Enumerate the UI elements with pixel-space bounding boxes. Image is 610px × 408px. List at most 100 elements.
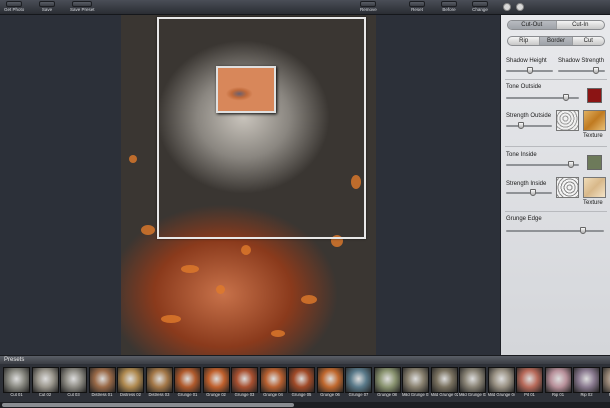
shadow-strength-slider[interactable]: [558, 67, 605, 74]
preset-thumbnail: [145, 367, 173, 393]
grunge-splat: [129, 155, 137, 163]
change-button[interactable]: Change: [472, 1, 488, 14]
get-photo-button[interactable]: Get Photo: [4, 1, 24, 14]
save-button[interactable]: Save: [39, 1, 55, 14]
preset-label: Grunge 08: [377, 393, 397, 397]
divider: [505, 146, 607, 147]
divider: [505, 79, 607, 80]
preset-item[interactable]: Distress 02: [117, 367, 144, 402]
inside-mask-thumbnail[interactable]: [556, 177, 579, 198]
grunge-splat: [216, 285, 225, 294]
presets-title: Presets: [4, 357, 25, 363]
preset-thumbnail: [487, 367, 515, 393]
strength-outside-slider[interactable]: [506, 122, 552, 129]
slider-knob[interactable]: [567, 161, 574, 168]
preset-item[interactable]: Grunge 02: [202, 367, 230, 402]
preset-item[interactable]: Rip 03: [601, 367, 610, 402]
preset-item[interactable]: Grunge 08: [373, 367, 401, 402]
preset-item[interactable]: Rip 02: [573, 367, 600, 402]
shadow-height-slider[interactable]: [506, 67, 553, 74]
tab-rip[interactable]: Rip: [508, 37, 541, 45]
cutout-border-frame[interactable]: [157, 17, 366, 239]
preset-thumbnail: [259, 367, 287, 393]
preset-item[interactable]: Pit 01: [516, 367, 543, 402]
tone-outside-color-well[interactable]: [587, 88, 602, 103]
preset-item[interactable]: Cut 03: [60, 367, 87, 402]
remove-button[interactable]: Remove: [360, 1, 377, 14]
style-segmented-control: Rip Border Cut: [507, 36, 605, 46]
preset-thumbnail: [202, 367, 230, 393]
preset-item[interactable]: Cut 01: [3, 367, 30, 402]
strength-inside-label: Strength Inside: [506, 181, 547, 187]
presets-scrollbar[interactable]: [0, 402, 610, 408]
preset-thumbnail: [288, 367, 315, 393]
tab-cut-out[interactable]: Cut-Out: [508, 21, 557, 29]
preset-label: Cut 03: [67, 393, 80, 397]
preset-label: Mild Grunge 02: [430, 393, 458, 397]
texture-inside-label: Texture: [583, 200, 603, 206]
tab-border[interactable]: Border: [540, 37, 573, 45]
preset-label: Distress 03: [148, 393, 170, 397]
preset-item[interactable]: Grunge 01: [174, 367, 201, 402]
tone-inside-label: Tone Inside: [506, 152, 537, 158]
preset-item[interactable]: Grunge 04: [259, 367, 287, 402]
preset-label: Grunge 04: [263, 393, 283, 397]
slider-knob[interactable]: [518, 122, 524, 129]
slider-knob[interactable]: [592, 67, 599, 74]
inside-texture-thumbnail[interactable]: [583, 177, 606, 198]
reset-button[interactable]: Reset: [409, 1, 425, 14]
preset-thumbnail: [544, 367, 572, 393]
preset-label: Rip 02: [580, 393, 593, 397]
outside-texture-thumbnail[interactable]: [583, 110, 606, 131]
preset-item[interactable]: Mild Grunge 03: [459, 367, 486, 402]
preset-item[interactable]: Grunge 06: [316, 367, 344, 402]
preset-label: Pit 01: [524, 393, 535, 397]
grunge-splat: [181, 265, 199, 273]
tone-inside-color-well[interactable]: [587, 155, 602, 170]
preset-thumbnail: [459, 367, 486, 393]
slider-knob[interactable]: [562, 94, 569, 101]
preset-label: Distress 01: [91, 393, 113, 397]
cutin-window[interactable]: [216, 66, 276, 113]
preset-label: Mild Grunge 03: [459, 393, 486, 397]
strength-inside-slider[interactable]: [506, 189, 552, 196]
preset-label: Grunge 03: [234, 393, 255, 397]
preset-label: Rip 03: [602, 393, 610, 398]
preset-thumbnail: [3, 367, 30, 393]
preset-item[interactable]: Cut 02: [31, 367, 59, 402]
preset-item[interactable]: Distress 03: [145, 367, 173, 402]
mode-segmented-control: Cut-Out Cut-In: [507, 20, 605, 30]
preset-label: Grunge 05: [291, 393, 312, 397]
preset-item[interactable]: Grunge 05: [288, 367, 315, 402]
tab-cut-in[interactable]: Cut-In: [557, 21, 605, 29]
preset-label: Cut 02: [38, 393, 52, 397]
tone-outside-slider[interactable]: [506, 94, 579, 101]
grunge-edge-slider[interactable]: [506, 227, 604, 234]
preset-item[interactable]: Mild Grunge 01: [402, 367, 429, 402]
info-icon[interactable]: [503, 3, 511, 11]
slider-knob[interactable]: [579, 227, 586, 234]
before-button[interactable]: Before: [441, 1, 457, 14]
outside-mask-thumbnail[interactable]: [556, 110, 579, 131]
preset-thumbnail: [601, 367, 610, 393]
tab-cut[interactable]: Cut: [573, 37, 604, 45]
preset-item[interactable]: Mild Grunge 04: [487, 367, 515, 402]
preset-label: Rip 01: [551, 393, 565, 397]
preset-thumbnail: [345, 367, 372, 393]
preset-item[interactable]: Rip 01: [544, 367, 572, 402]
slider-knob[interactable]: [526, 67, 533, 74]
preset-item[interactable]: Distress 01: [88, 367, 116, 402]
tone-inside-slider[interactable]: [506, 161, 579, 168]
workspace: [0, 15, 500, 355]
scrollbar-thumb[interactable]: [2, 403, 294, 407]
shadow-strength-label: Shadow Strength: [558, 58, 605, 64]
settings-icon[interactable]: [516, 3, 524, 11]
save-preset-button[interactable]: Save Preset: [70, 1, 95, 14]
preset-item[interactable]: Mild Grunge 02: [430, 367, 458, 402]
preset-item[interactable]: Grunge 07: [345, 367, 372, 402]
preset-label: Mild Grunge 04: [487, 393, 515, 397]
preset-label: Grunge 07: [348, 393, 369, 397]
slider-knob[interactable]: [530, 189, 536, 196]
preset-thumbnail: [60, 367, 87, 393]
preset-item[interactable]: Grunge 03: [231, 367, 258, 402]
